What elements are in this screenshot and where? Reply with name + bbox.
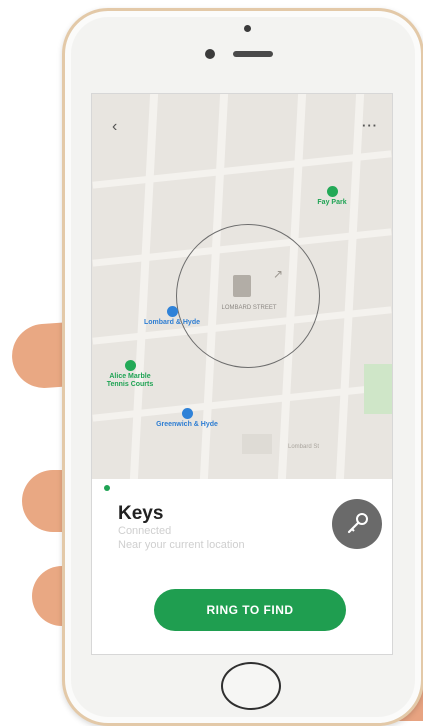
sensor-icon: [205, 49, 215, 59]
home-button[interactable]: [221, 662, 281, 710]
more-options-button[interactable]: ···: [362, 118, 378, 133]
map-pin-fay-park[interactable]: Fay Park: [302, 186, 362, 207]
pin-label: Greenwich & Hyde: [156, 421, 218, 428]
back-button[interactable]: ‹: [112, 118, 117, 136]
bus-stop-icon: [166, 306, 178, 317]
map-pin-lombard-hyde[interactable]: Lombard & Hyde: [132, 306, 212, 327]
map-pin-tennis-courts[interactable]: Alice Marble Tennis Courts: [98, 360, 162, 389]
phone-device: ‹ ··· Fay Park ↗ LOMBARD STREET Lombard …: [62, 8, 423, 726]
pin-label: Lombard & Hyde: [143, 319, 200, 326]
camera-icon: [244, 25, 251, 32]
key-icon: [347, 513, 368, 534]
pin-label: Alice Marble Tennis Courts: [106, 373, 154, 388]
ring-to-find-button[interactable]: RING TO FIND: [154, 589, 346, 631]
tile-avatar-button[interactable]: [332, 499, 382, 549]
tile-details-sheet: Keys Connected Near your current locatio…: [92, 479, 392, 654]
status-indicator: [104, 485, 110, 491]
pin-label: Fay Park: [317, 199, 347, 206]
speaker-grille: [233, 51, 273, 57]
street-label: Lombard St: [288, 444, 320, 450]
map-pin-greenwich-hyde[interactable]: Greenwich & Hyde: [142, 408, 232, 429]
map-view[interactable]: ‹ ··· Fay Park ↗ LOMBARD STREET Lombard …: [92, 94, 392, 479]
tile-status: Connected: [118, 525, 172, 537]
location-arrow-icon: ↗: [273, 267, 284, 281]
center-label: LOMBARD STREET: [221, 305, 277, 311]
app-screen: ‹ ··· Fay Park ↗ LOMBARD STREET Lombard …: [91, 93, 393, 655]
tile-location: Near your current location: [118, 539, 245, 551]
bus-stop-icon: [181, 408, 193, 419]
tile-title: Keys: [118, 503, 164, 524]
park-icon: [326, 186, 338, 197]
location-radius-circle: ↗ LOMBARD STREET: [176, 224, 320, 368]
park-icon: [124, 360, 136, 371]
building-icon: [233, 275, 251, 297]
